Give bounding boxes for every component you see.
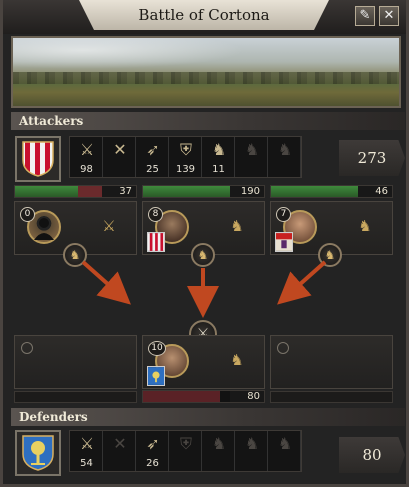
defender-center-hp-bar: 80 <box>142 390 265 403</box>
defenders-label: Defenders <box>19 410 88 424</box>
defenders-unit-archers[interactable]: ➶ 26 <box>136 431 169 471</box>
empty-slot-indicator <box>277 342 289 354</box>
defenders-unit-light-infantry[interactable]: ⚔ 54 <box>70 431 103 471</box>
commander-level-badge: 10 <box>148 341 166 356</box>
heavy-infantry-icon: ⛨ <box>179 434 192 453</box>
defender-right-hp-bar <box>270 391 393 403</box>
light-cavalry-icon: ♞ <box>211 434 227 453</box>
hp-fill <box>143 391 220 402</box>
defenders-unit-knights[interactable]: ♞ <box>235 431 268 471</box>
defender-left-hp-bar <box>14 391 137 403</box>
defenders-unit-light-cavalry[interactable]: ♞ <box>202 431 235 471</box>
defender-house-shield-icon <box>147 366 165 386</box>
unit-count: 54 <box>80 458 93 469</box>
defender-center-slot[interactable]: 10 ♞ <box>142 335 265 389</box>
defenders-unit-horse-archers[interactable]: ♞ <box>268 431 301 471</box>
defender-center-troops: 80 <box>230 391 264 402</box>
defenders-header: Defenders <box>11 408 405 426</box>
defender-total-troops: 80 <box>339 437 405 473</box>
pikemen-icon: ✕ <box>113 434 127 453</box>
empty-slot-indicator <box>21 342 33 354</box>
archers-icon: ➶ <box>146 434 160 453</box>
defenders-unit-pikemen[interactable]: ✕ <box>103 431 136 471</box>
light-infantry-icon: ⚔ <box>79 434 95 453</box>
defender-unit-bar: ⚔ 54 ✕ ➶ 26 ⛨ ♞ ♞ ♞ <box>69 430 302 472</box>
unit-count: 26 <box>146 458 159 469</box>
knights-icon: ♞ <box>244 434 260 453</box>
defender-right-flank-slot[interactable] <box>270 335 393 389</box>
defender-coat-of-arms[interactable] <box>15 430 61 476</box>
light-cavalry-icon: ♞ <box>230 351 244 369</box>
defenders-unit-heavy-infantry[interactable]: ⛨ <box>169 431 202 471</box>
defender-left-flank-slot[interactable] <box>14 335 137 389</box>
horse-archers-icon: ♞ <box>277 434 293 453</box>
battle-window: Battle of Cortona ✎ ✕ Attackers ⚔ 98 ✕ ➶ 25 ⛨… <box>0 0 409 487</box>
defender-shield-icon <box>22 435 54 471</box>
